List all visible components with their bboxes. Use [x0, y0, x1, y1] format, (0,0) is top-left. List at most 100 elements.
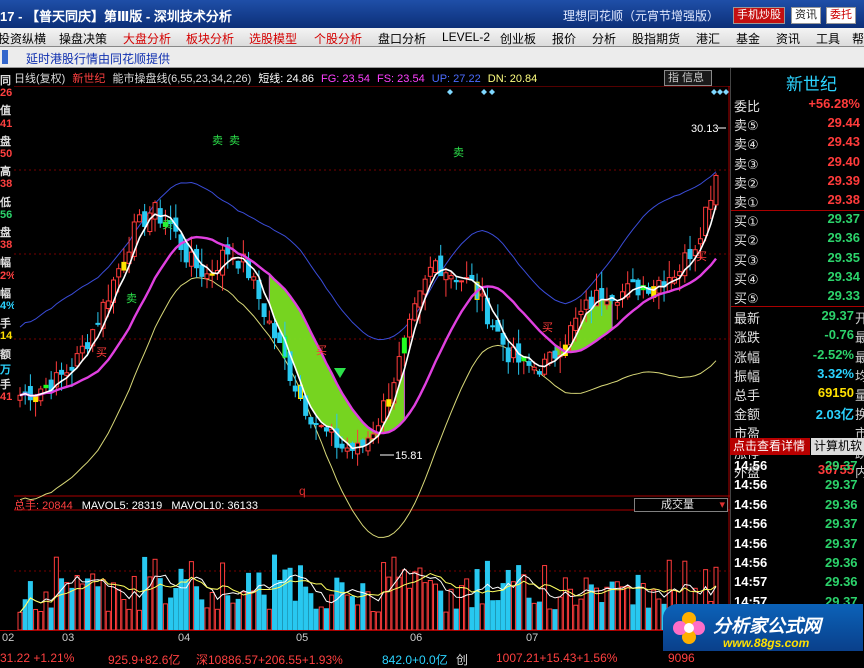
volume-bar [308, 593, 314, 630]
status-amount-sz: 842.0+0.0亿 [382, 653, 448, 667]
tick-time: 14:56 [734, 516, 768, 532]
buy-signal-mark: 买 [316, 344, 327, 357]
volume-bar [594, 587, 600, 630]
volume-bar [375, 611, 381, 630]
x-axis-start: 02 [2, 632, 15, 644]
volume-bar [168, 597, 174, 630]
volume-bar [479, 603, 485, 630]
menu-item[interactable]: 投资纵横 [0, 30, 46, 47]
status-index-cyb[interactable]: 1007.21+15.43+1.56% [496, 651, 617, 665]
commission-button[interactable]: 委托 [826, 7, 856, 24]
menu-item[interactable]: 基金 [736, 30, 760, 47]
quote-row-value: 29.39 [827, 172, 860, 188]
quote-row: 最新 29.37 开 [732, 307, 864, 327]
candle-body [220, 249, 226, 276]
menu-item[interactable]: 分析 [592, 30, 616, 47]
menu-item[interactable]: 创业板 [500, 30, 536, 47]
volume-bar [370, 611, 376, 630]
quote-row-label: 振幅 [734, 368, 761, 384]
menu-item[interactable]: 选股模型 [249, 30, 297, 47]
candle-body [318, 425, 324, 428]
volume-bar [282, 569, 288, 630]
diamond-marker-icon [481, 89, 487, 95]
quote-row-value: 29.37 [821, 308, 854, 324]
volume-bar [495, 600, 501, 630]
menu-item[interactable]: 报价 [552, 30, 576, 47]
menu-item[interactable]: 操盘决策 [59, 30, 107, 47]
menu-item[interactable]: 大盘分析 [123, 30, 171, 47]
volume-bar [490, 600, 496, 630]
menu-item[interactable]: 个股分析 [314, 30, 362, 47]
status-index-a[interactable]: 31.22 +1.21% [0, 651, 74, 665]
quote-row-label: 涨幅 [734, 349, 761, 365]
candle-body [697, 238, 703, 245]
tick-row: 14:57 29.36 [732, 574, 864, 593]
menu-item[interactable]: 工具 [816, 30, 840, 47]
volume-bar [635, 574, 641, 630]
status-index-sz[interactable]: 深10886.57+206.55+1.93% [196, 651, 343, 668]
volume-bar [521, 574, 527, 630]
candle-body [458, 280, 464, 283]
candle-body [552, 350, 558, 359]
volume-bar [474, 569, 480, 630]
calc-software-button[interactable]: 计算机软 [811, 438, 864, 455]
period-label[interactable]: 日线(复权) [14, 73, 65, 85]
low-price-label: 15.81 [395, 450, 423, 462]
volume-bar [443, 611, 449, 630]
status-bar: 31.22 +1.21% 925.9+82.6亿 深10886.57+206.5… [0, 651, 864, 667]
volume-indicator-select[interactable]: 成交量 ▾ [634, 498, 728, 512]
candle-body [407, 318, 413, 338]
left-strip-item: 高 [0, 166, 11, 179]
menu-item[interactable]: 资讯 [776, 30, 800, 47]
notice-marker-icon [2, 50, 8, 64]
quote-stock-name: 新世纪 [786, 75, 837, 94]
candle-body [536, 371, 542, 375]
quote-row: 买④ 29.34 [732, 268, 864, 287]
volume-bar [355, 604, 361, 630]
quote-row-value: 29.35 [827, 249, 860, 265]
quote-row: 振幅 3.32% 均 [732, 365, 864, 384]
candle-body [687, 249, 693, 260]
view-detail-button[interactable]: 点击查看详情 [730, 438, 810, 455]
volume-bar [464, 578, 470, 630]
volume-bar [412, 571, 418, 630]
volume-bar [152, 558, 158, 630]
indicator-label[interactable]: 能市操盘线(6,55,23,34,2,26) [112, 73, 251, 85]
candles [17, 173, 719, 466]
candle-body [85, 342, 91, 350]
volume-bar [162, 603, 168, 630]
candle-body [121, 261, 127, 271]
watermark-logo: 分析家公式网 www.88gs.com [663, 604, 863, 652]
mobile-trading-button[interactable]: 手机炒股 [733, 7, 785, 24]
notice-text[interactable]: 延时港股行情由同花顺提供 [26, 50, 170, 67]
candle-body [396, 356, 402, 381]
tick-row: 14:56 29.36 [732, 497, 864, 516]
quote-row: 委比 +56.28% [732, 95, 864, 114]
volume-bar [256, 572, 262, 630]
quote-row-label: 最新 [734, 311, 761, 327]
menu-item[interactable]: LEVEL-2 [442, 30, 490, 44]
candle-body [308, 417, 314, 425]
left-strip-item: 50 [0, 148, 13, 160]
candle-body [183, 243, 189, 263]
candle-body [344, 447, 350, 452]
quote-row-value: 29.34 [827, 268, 860, 284]
menu-item[interactable]: 盘口分析 [378, 30, 426, 47]
volume-bar [386, 576, 392, 630]
volume-bar [173, 588, 179, 630]
quote-row-label: 涨跌 [734, 330, 761, 346]
volume-bar [516, 565, 522, 630]
menu-item[interactable]: 板块分析 [186, 30, 234, 47]
menu-item[interactable]: 帮 [852, 30, 864, 47]
volume-bar [194, 586, 200, 630]
volume-bar [297, 565, 303, 630]
menu-item[interactable]: 股指期货 [632, 30, 680, 47]
volume-bar [630, 604, 636, 630]
quote-row-label: 买⑤ [734, 291, 759, 306]
quote-row-label: 金额 [734, 407, 761, 423]
menu-item[interactable]: 港汇 [696, 30, 720, 47]
kline-chart[interactable]: 30.1315.81卖 卖卖卖卖买 买买买 [14, 86, 730, 630]
news-button[interactable]: 资讯 [791, 7, 821, 24]
info-button[interactable]: 指 信息 [664, 70, 712, 86]
volume-bar [656, 598, 662, 630]
